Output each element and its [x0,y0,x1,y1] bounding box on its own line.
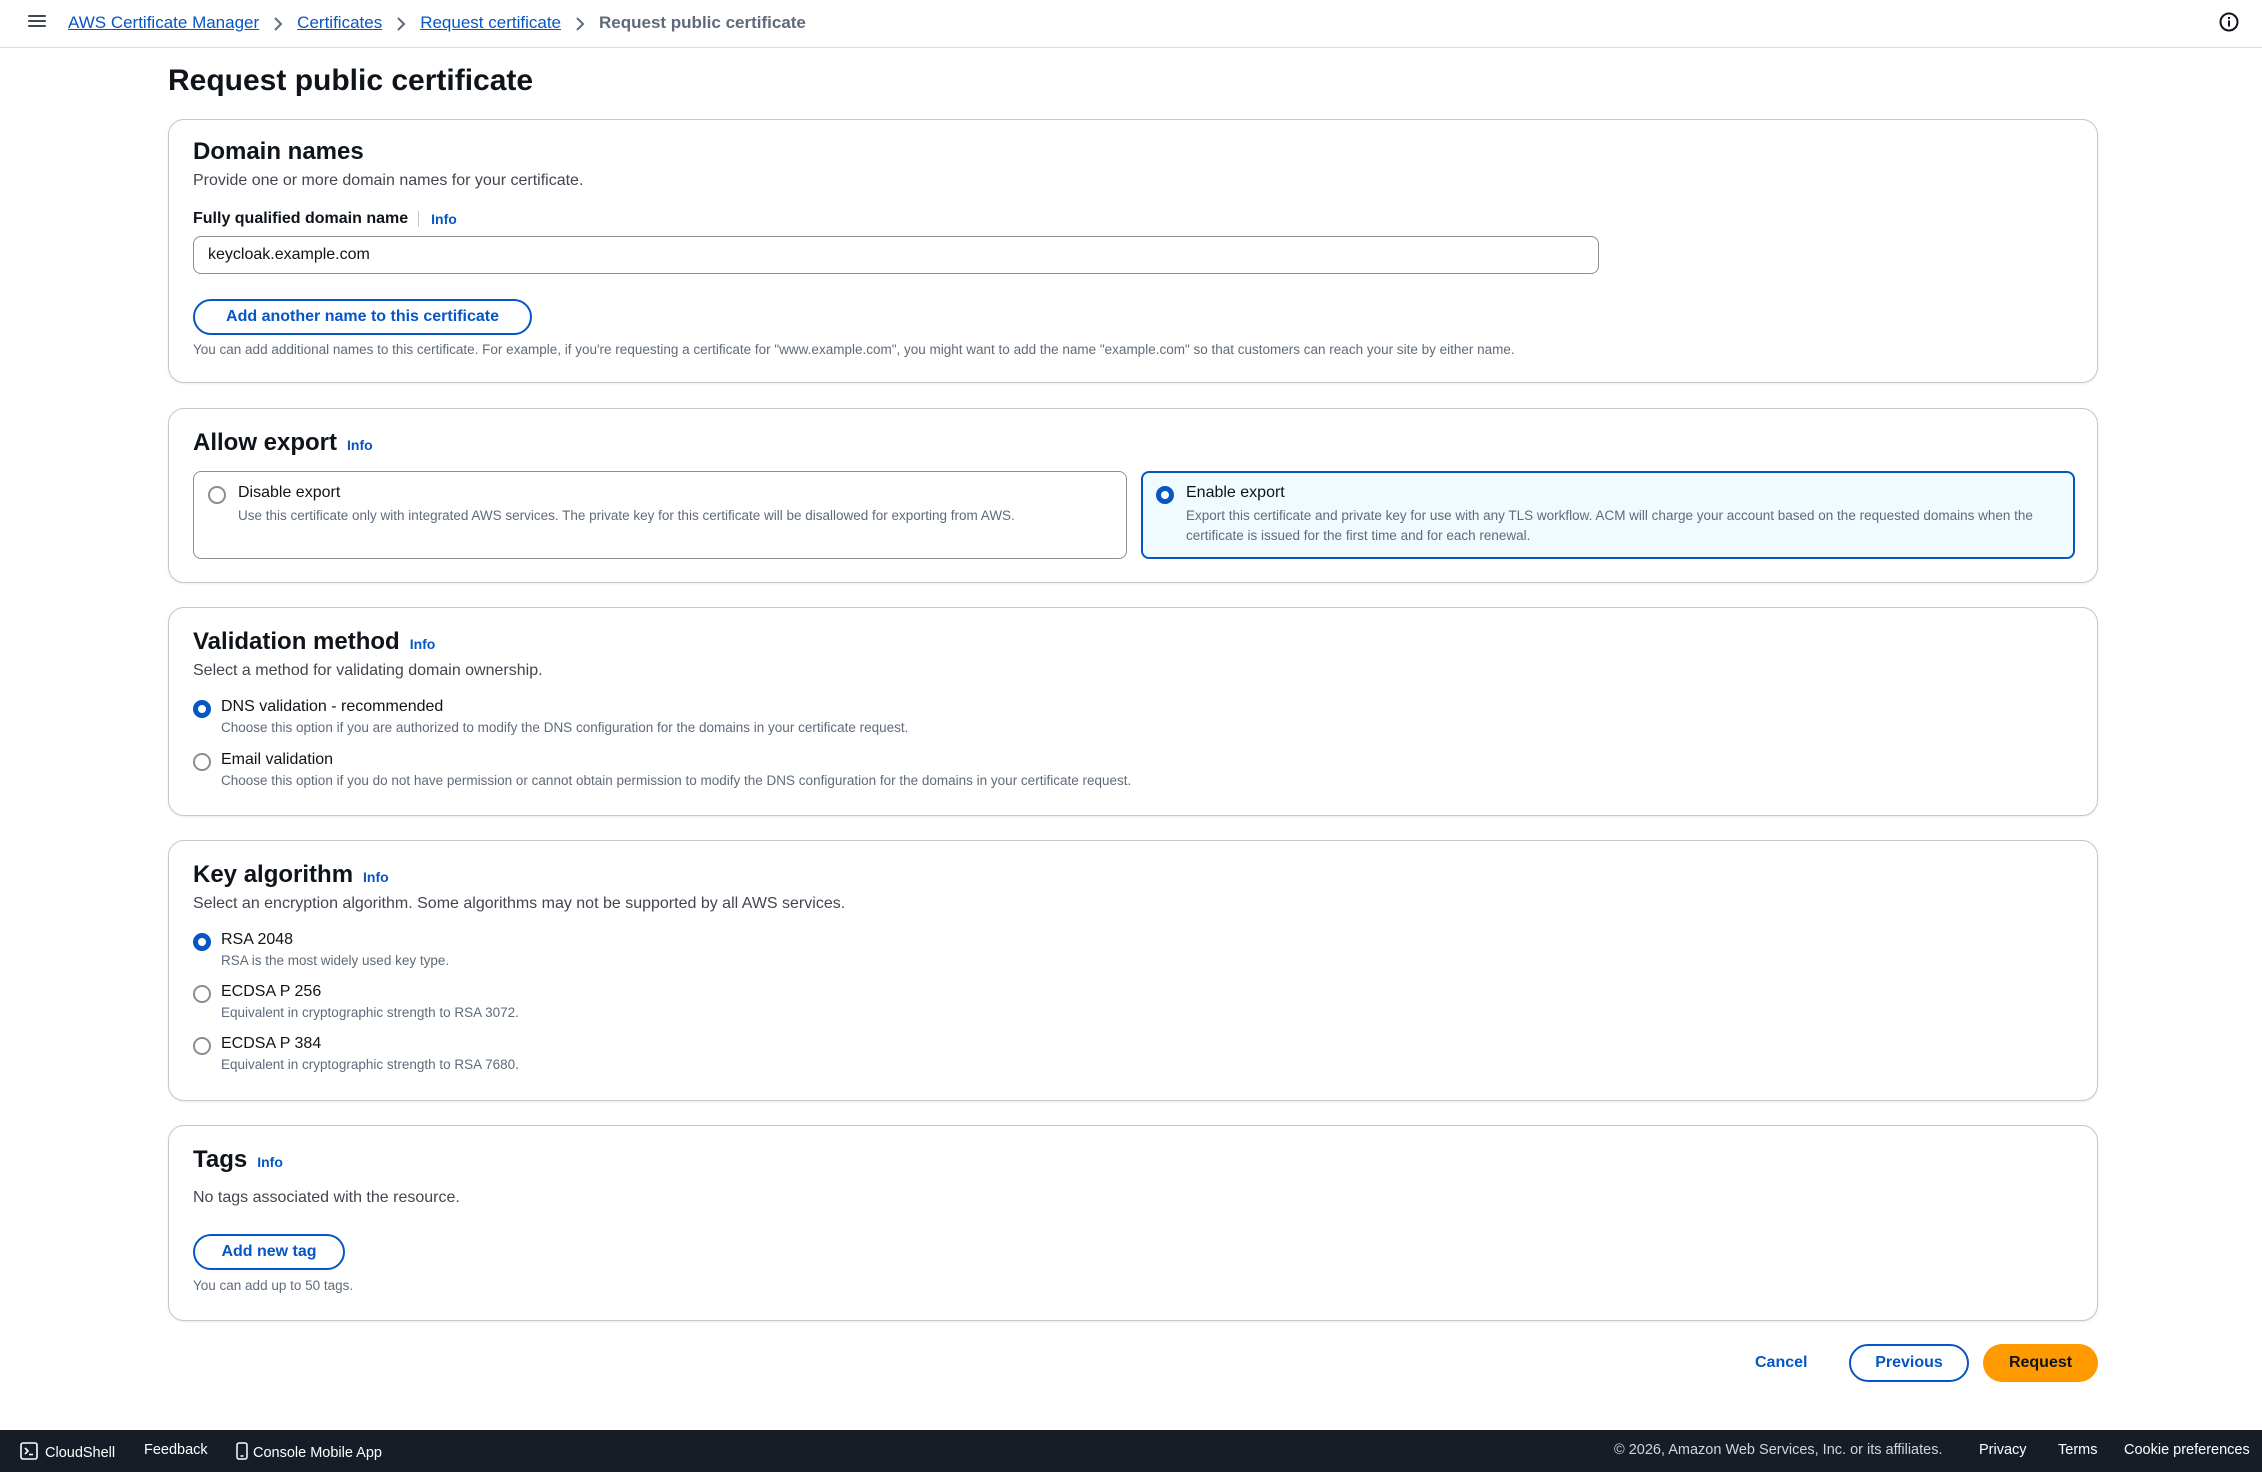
chevron-right-icon [382,13,420,33]
disable-export-tile[interactable]: Disable export Use this certificate only… [193,471,1127,559]
disable-export-radio[interactable] [208,486,226,504]
chevron-right-icon [561,13,599,33]
validation-method-panel: Validation method Info Select a method fo… [168,607,2098,816]
breadcrumb-aws-certificate-manager[interactable]: AWS Certificate Manager [68,13,259,33]
fqdn-label: Fully qualified domain name Info [193,210,457,227]
ecdsa-p256-title: ECDSA P 256 [221,983,322,1000]
breadcrumb-current: Request public certificate [599,13,806,32]
cookie-preferences-link[interactable]: Cookie preferences [2124,1442,2250,1458]
tags-panel: Tags Info No tags associated with the res… [168,1125,2098,1321]
validation-method-description: Select a method for validating domain ow… [193,662,543,679]
rsa-2048-description: RSA is the most widely used key type. [221,953,450,968]
add-new-tag-button[interactable]: Add new tag [193,1234,345,1270]
previous-button[interactable]: Previous [1849,1344,1969,1382]
tags-hint: You can add up to 50 tags. [193,1278,354,1293]
rsa-2048-title: RSA 2048 [221,931,294,948]
key-algorithm-description: Select an encryption algorithm. Some alg… [193,895,846,912]
dns-validation-radio[interactable] [193,700,211,718]
top-navigation-bar: AWS Certificate Manager Certificates Req… [0,0,2262,48]
domain-names-panel: Domain names Provide one or more domain … [168,119,2098,383]
ecdsa-p384-radio[interactable] [193,1037,211,1055]
terms-link[interactable]: Terms [2058,1442,2097,1458]
allow-export-heading: Allow export Info [193,429,373,456]
ecdsa-p384-description: Equivalent in cryptographic strength to … [221,1057,519,1072]
mobile-app-icon [236,1442,248,1464]
email-validation-description: Choose this option if you do not have pe… [221,773,1132,788]
ecdsa-p384-title: ECDSA P 384 [221,1035,322,1052]
dns-validation-title: DNS validation - recommended [221,698,444,715]
tags-empty-message: No tags associated with the resource. [193,1189,460,1206]
breadcrumb: AWS Certificate Manager Certificates Req… [68,13,806,33]
enable-export-description: Export this certificate and private key … [1186,508,2033,543]
console-mobile-app-link[interactable]: Console Mobile App [236,1442,382,1464]
chevron-right-icon [259,13,297,33]
allow-export-info-link[interactable]: Info [347,437,373,453]
ecdsa-p256-description: Equivalent in cryptographic strength to … [221,1005,519,1020]
key-algorithm-info-link[interactable]: Info [363,869,389,885]
validation-info-link[interactable]: Info [410,636,436,652]
copyright-text: © 2026, Amazon Web Services, Inc. or its… [1614,1442,1943,1458]
domain-names-description: Provide one or more domain names for you… [193,172,584,189]
cloudshell-icon [20,1442,38,1464]
enable-export-radio[interactable] [1156,486,1174,504]
tags-info-link[interactable]: Info [257,1154,283,1170]
key-algorithm-heading: Key algorithm Info [193,861,389,888]
privacy-link[interactable]: Privacy [1979,1442,2027,1458]
allow-export-panel: Allow export Info Disable export Use this… [168,408,2098,583]
tags-heading: Tags Info [193,1146,283,1173]
domain-names-heading: Domain names [193,138,364,165]
domain-names-hint: You can add additional names to this cer… [193,342,1515,357]
request-button[interactable]: Request [1983,1344,2098,1382]
cancel-button[interactable]: Cancel [1755,1354,1807,1372]
enable-export-tile[interactable]: Enable export Export this certificate an… [1141,471,2075,559]
fqdn-info-link[interactable]: Info [431,211,457,227]
key-algorithm-panel: Key algorithm Info Select an encryption a… [168,840,2098,1101]
feedback-link[interactable]: Feedback [144,1442,208,1458]
breadcrumb-certificates[interactable]: Certificates [297,13,382,33]
fqdn-input[interactable] [193,236,1599,274]
console-footer: CloudShell Feedback Console Mobile App ©… [0,1430,2262,1472]
disable-export-title: Disable export [238,484,341,501]
rsa-2048-radio[interactable] [193,933,211,951]
email-validation-radio[interactable] [193,753,211,771]
validation-method-heading: Validation method Info [193,628,436,655]
disable-export-description: Use this certificate only with integrate… [238,508,1015,523]
dns-validation-description: Choose this option if you are authorized… [221,720,909,735]
ecdsa-p256-radio[interactable] [193,985,211,1003]
breadcrumb-request-certificate[interactable]: Request certificate [420,13,561,33]
add-another-name-button[interactable]: Add another name to this certificate [193,299,532,335]
info-icon[interactable] [2218,11,2240,33]
email-validation-title: Email validation [221,751,334,768]
page-title: Request public certificate [168,64,534,97]
cloudshell-link[interactable]: CloudShell [20,1442,115,1464]
menu-icon[interactable] [28,12,48,32]
enable-export-title: Enable export [1186,484,1285,501]
